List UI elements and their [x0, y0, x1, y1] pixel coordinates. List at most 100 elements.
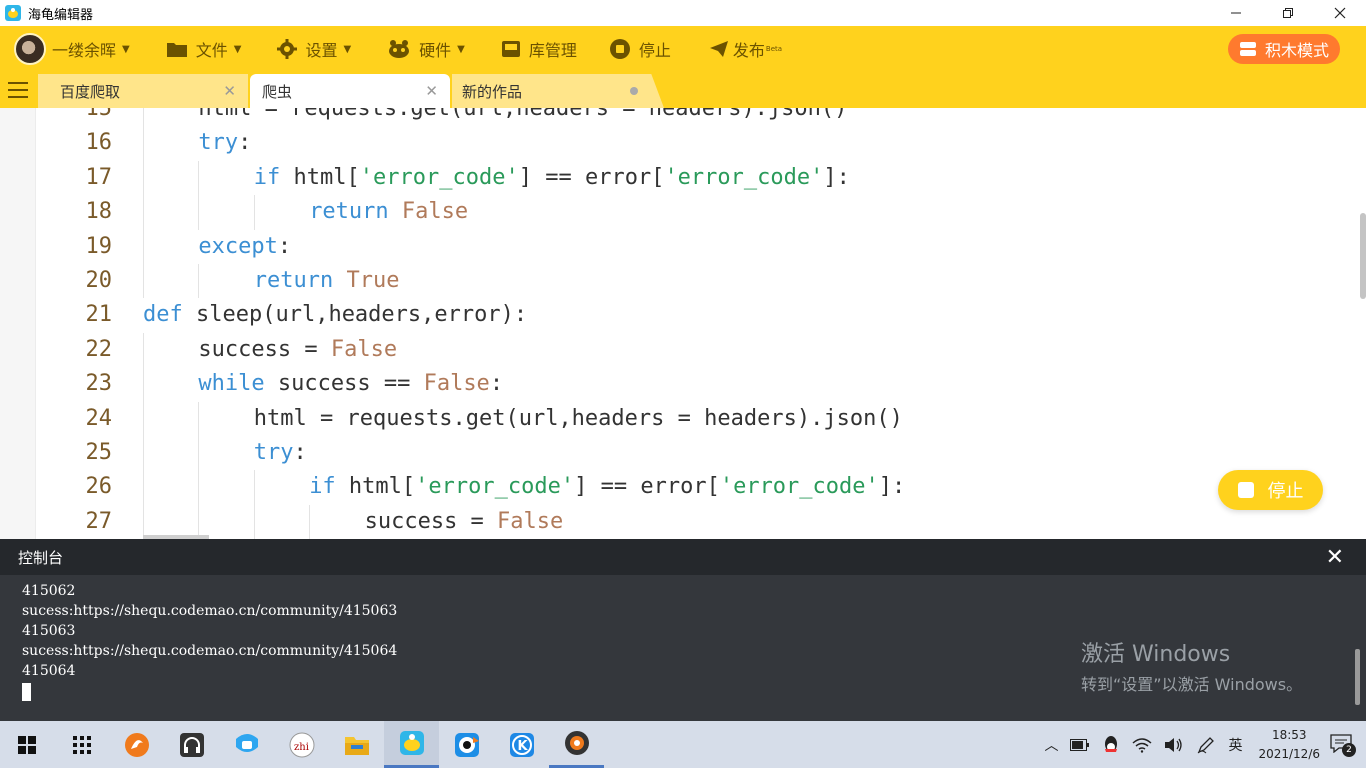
code-text: except: [198, 230, 291, 264]
hamburger-menu-icon[interactable] [8, 82, 28, 98]
taskbar-app-k[interactable]: K [494, 721, 549, 768]
menu-publish-label: 发布 [732, 41, 765, 60]
menu-stop[interactable]: 停止 [609, 26, 671, 72]
wifi-icon[interactable] [1126, 737, 1158, 753]
menu-hardware[interactable]: 硬件 ▼ [387, 26, 465, 72]
code-line[interactable]: 25 try: [0, 435, 1340, 471]
code-line[interactable]: 22 success = False [0, 332, 1340, 368]
qq-icon[interactable] [1096, 735, 1126, 755]
code-line[interactable]: 26 if html['error_code'] == error['error_… [0, 470, 1340, 505]
console-input-cursor[interactable] [22, 683, 31, 701]
taskbar-app-music[interactable] [549, 721, 604, 768]
restore-button[interactable] [1262, 0, 1314, 26]
pen-icon[interactable] [1190, 735, 1222, 755]
system-tray: ︿ 英 18:53 2021/12/6 2 [1038, 721, 1366, 768]
taskbar-app-bird[interactable] [439, 721, 494, 768]
code-line[interactable]: 21 def sleep(url,headers,error): [0, 298, 1340, 332]
code-editor[interactable]: 15 html = requests.get(url,headers = head… [0, 108, 1366, 539]
code-text: if html['error_code'] == error['error_co… [254, 161, 850, 195]
indent-guide [143, 367, 144, 402]
close-icon[interactable]: ✕ [425, 82, 438, 100]
menu-library[interactable]: 库管理 [501, 26, 577, 72]
code-text: try: [254, 436, 307, 470]
user-menu[interactable]: 一缕余晖 ▼ [52, 26, 130, 72]
minimize-button[interactable] [1210, 0, 1262, 26]
restore-icon [1283, 8, 1293, 18]
menu-settings[interactable]: 设置 ▼ [277, 26, 351, 72]
menu-settings-label: 设置 [305, 41, 338, 60]
code-token: False [401, 199, 469, 225]
line-number: 15 [85, 108, 113, 121]
code-line[interactable]: 17 if html['error_code'] == error['error_… [0, 160, 1340, 196]
tab-label: 百度爬取 [60, 82, 121, 101]
editor-vertical-scrollbar[interactable] [1360, 213, 1366, 299]
code-text: try: [198, 126, 251, 160]
close-window-button[interactable] [1314, 0, 1366, 26]
code-line[interactable]: 27 success = False [0, 504, 1340, 539]
blocks-mode-button[interactable]: 积木模式 [1228, 34, 1340, 64]
code-text: return True [254, 264, 400, 298]
code-line[interactable]: 16 try: [0, 126, 1340, 161]
code-text: def sleep(url,headers,error): [143, 298, 527, 332]
tab-baidu[interactable]: 百度爬取 ✕ [38, 74, 248, 108]
floating-stop-button[interactable]: 停止 [1218, 470, 1323, 510]
notification-center-button[interactable]: 2 [1330, 733, 1358, 757]
clock[interactable]: 18:53 2021/12/6 [1248, 726, 1330, 764]
activation-watermark: 激活 Windows 转到“设置”以激活 Windows。 [1081, 636, 1302, 695]
clock-date: 2021/12/6 [1258, 746, 1320, 761]
start-button[interactable] [0, 721, 54, 768]
code-line[interactable]: 20 return True [0, 263, 1340, 299]
code-token: if [309, 474, 336, 500]
cloud-app-icon [235, 733, 258, 752]
tab-new-work[interactable]: 新的作品 [452, 74, 664, 108]
code-line[interactable]: 18 return False [0, 195, 1340, 230]
code-token: ] == error[ [518, 164, 665, 190]
svg-text:zhi: zhi [294, 742, 309, 753]
line-number: 19 [85, 233, 113, 259]
line-number: 24 [85, 405, 113, 431]
indent-guide [143, 504, 144, 539]
volume-icon[interactable] [1158, 737, 1190, 753]
menu-library-label: 库管理 [528, 41, 577, 60]
code-token: False [330, 336, 398, 362]
minimize-icon [1231, 12, 1241, 14]
taskbar-app-cloud[interactable] [219, 721, 274, 768]
tab-crawler[interactable]: 爬虫 ✕ [250, 74, 450, 108]
taskbar-app-turtle-editor[interactable] [384, 721, 439, 768]
code-token: while [198, 371, 265, 397]
menu-file[interactable]: 文件 ▼ [166, 26, 241, 72]
indent-guide [143, 126, 144, 161]
ime-indicator[interactable]: 英 [1222, 735, 1248, 755]
clock-time: 18:53 [1271, 727, 1307, 742]
close-icon[interactable]: ✕ [223, 82, 236, 100]
close-console-icon[interactable]: ✕ [1326, 545, 1344, 570]
task-view-button[interactable] [54, 721, 109, 768]
code-line[interactable]: 19 except: [0, 229, 1340, 264]
code-token: return [309, 199, 389, 225]
code-token: try [198, 130, 239, 156]
menu-file-label: 文件 [195, 41, 228, 60]
tab-label: 爬虫 [262, 82, 293, 101]
taskbar-app-zhilun[interactable]: zhi [274, 721, 329, 768]
taskbar-app-headphones[interactable] [164, 721, 219, 768]
taskbar-app-fire[interactable] [109, 721, 164, 768]
line-number: 26 [85, 474, 113, 500]
console-scrollbar[interactable] [1355, 649, 1360, 705]
menu-publish[interactable]: 发布 Beta [709, 26, 782, 72]
code-token: ]: [878, 474, 906, 500]
code-line[interactable]: 24 html = requests.get(url,headers = head… [0, 401, 1340, 436]
console-title: 控制台 [18, 548, 64, 567]
code-lines[interactable]: 15 html = requests.get(url,headers = head… [0, 108, 1340, 539]
chevron-up-icon[interactable]: ︿ [1038, 735, 1064, 755]
indent-guide [143, 108, 144, 127]
taskbar-app-explorer[interactable] [329, 721, 384, 768]
code-line[interactable]: 23 while success == False: [0, 367, 1340, 402]
user-avatar[interactable] [14, 33, 46, 65]
beta-badge: Beta [765, 45, 783, 53]
code-line[interactable]: 15 html = requests.get(url,headers = head… [0, 108, 1340, 127]
code-token: html = requests.get(url,headers = header… [253, 405, 903, 431]
battery-icon[interactable] [1064, 738, 1096, 751]
file-explorer-icon [344, 736, 369, 755]
code-token: except [198, 233, 278, 259]
